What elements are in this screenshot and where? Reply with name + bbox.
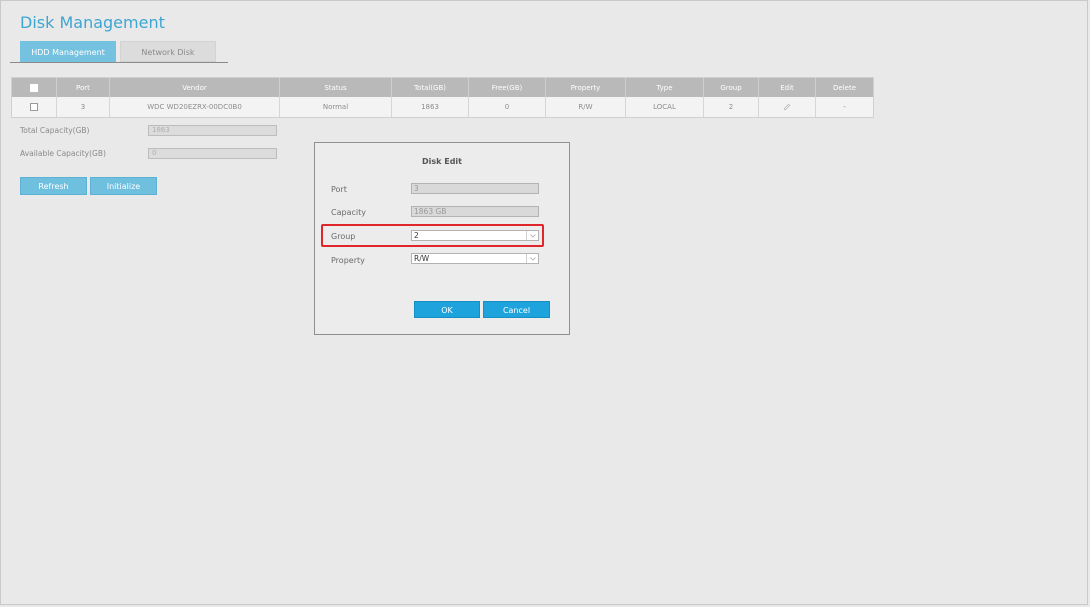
property-label: Property <box>331 256 365 265</box>
header-select-all[interactable] <box>12 78 57 97</box>
disk-edit-dialog: Disk Edit Port 3 Capacity 1863 GB Group … <box>314 142 570 335</box>
edit-button[interactable] <box>759 97 816 117</box>
select-all-checkbox[interactable] <box>30 83 38 92</box>
property-select-value: R/W <box>414 254 430 263</box>
tab-hdd-management[interactable]: HDD Management <box>20 41 116 62</box>
initialize-button[interactable]: Initialize <box>90 177 157 195</box>
col-group: Group <box>704 78 759 97</box>
group-label: Group <box>331 232 356 241</box>
pencil-icon[interactable] <box>783 103 791 111</box>
refresh-button[interactable]: Refresh <box>20 177 87 195</box>
cell-property: R/W <box>546 97 626 117</box>
cell-port: 3 <box>57 97 110 117</box>
capacity-label: Capacity <box>331 208 366 217</box>
chevron-down-icon[interactable] <box>526 231 538 240</box>
cell-delete: - <box>843 103 846 111</box>
row-checkbox[interactable] <box>30 103 38 111</box>
dialog-title: Disk Edit <box>421 157 462 166</box>
chevron-down-icon[interactable] <box>526 254 538 263</box>
col-vendor: Vendor <box>110 78 280 97</box>
port-label: Port <box>331 185 347 194</box>
col-property: Property <box>546 78 626 97</box>
cell-total: 1863 <box>392 97 469 117</box>
capacity-field: 1863 GB <box>411 206 539 217</box>
table-header-row: Port Vendor Status Total(GB) Free(GB) Pr… <box>12 78 873 97</box>
cell-vendor: WDC WD20EZRX-00DC0B0 <box>110 97 280 117</box>
available-capacity-field: 0 <box>148 148 277 159</box>
col-type: Type <box>626 78 704 97</box>
col-total: Total(GB) <box>392 78 469 97</box>
cell-type: LOCAL <box>626 97 704 117</box>
row-select[interactable] <box>12 97 57 117</box>
tab-network-disk[interactable]: Network Disk <box>120 41 216 62</box>
tab-underline <box>10 62 228 63</box>
cell-status: Normal <box>280 97 392 117</box>
cell-free: 0 <box>469 97 546 117</box>
cancel-button[interactable]: Cancel <box>483 301 550 318</box>
page-title: Disk Management <box>20 13 165 32</box>
ok-button[interactable]: OK <box>414 301 480 318</box>
available-capacity-label: Available Capacity(GB) <box>20 149 106 158</box>
total-capacity-label: Total Capacity(GB) <box>20 126 90 135</box>
group-select-value: 2 <box>414 231 419 240</box>
total-capacity-field: 1863 <box>148 125 277 136</box>
table-row[interactable]: 3 WDC WD20EZRX-00DC0B0 Normal 1863 0 R/W… <box>12 97 873 117</box>
col-free: Free(GB) <box>469 78 546 97</box>
property-select[interactable]: R/W <box>411 253 539 264</box>
col-status: Status <box>280 78 392 97</box>
port-field: 3 <box>411 183 539 194</box>
col-port: Port <box>57 78 110 97</box>
col-edit: Edit <box>759 78 816 97</box>
col-delete: Delete <box>833 83 856 92</box>
group-select[interactable]: 2 <box>411 230 539 241</box>
cell-group: 2 <box>704 97 759 117</box>
disk-table: Port Vendor Status Total(GB) Free(GB) Pr… <box>11 77 874 118</box>
